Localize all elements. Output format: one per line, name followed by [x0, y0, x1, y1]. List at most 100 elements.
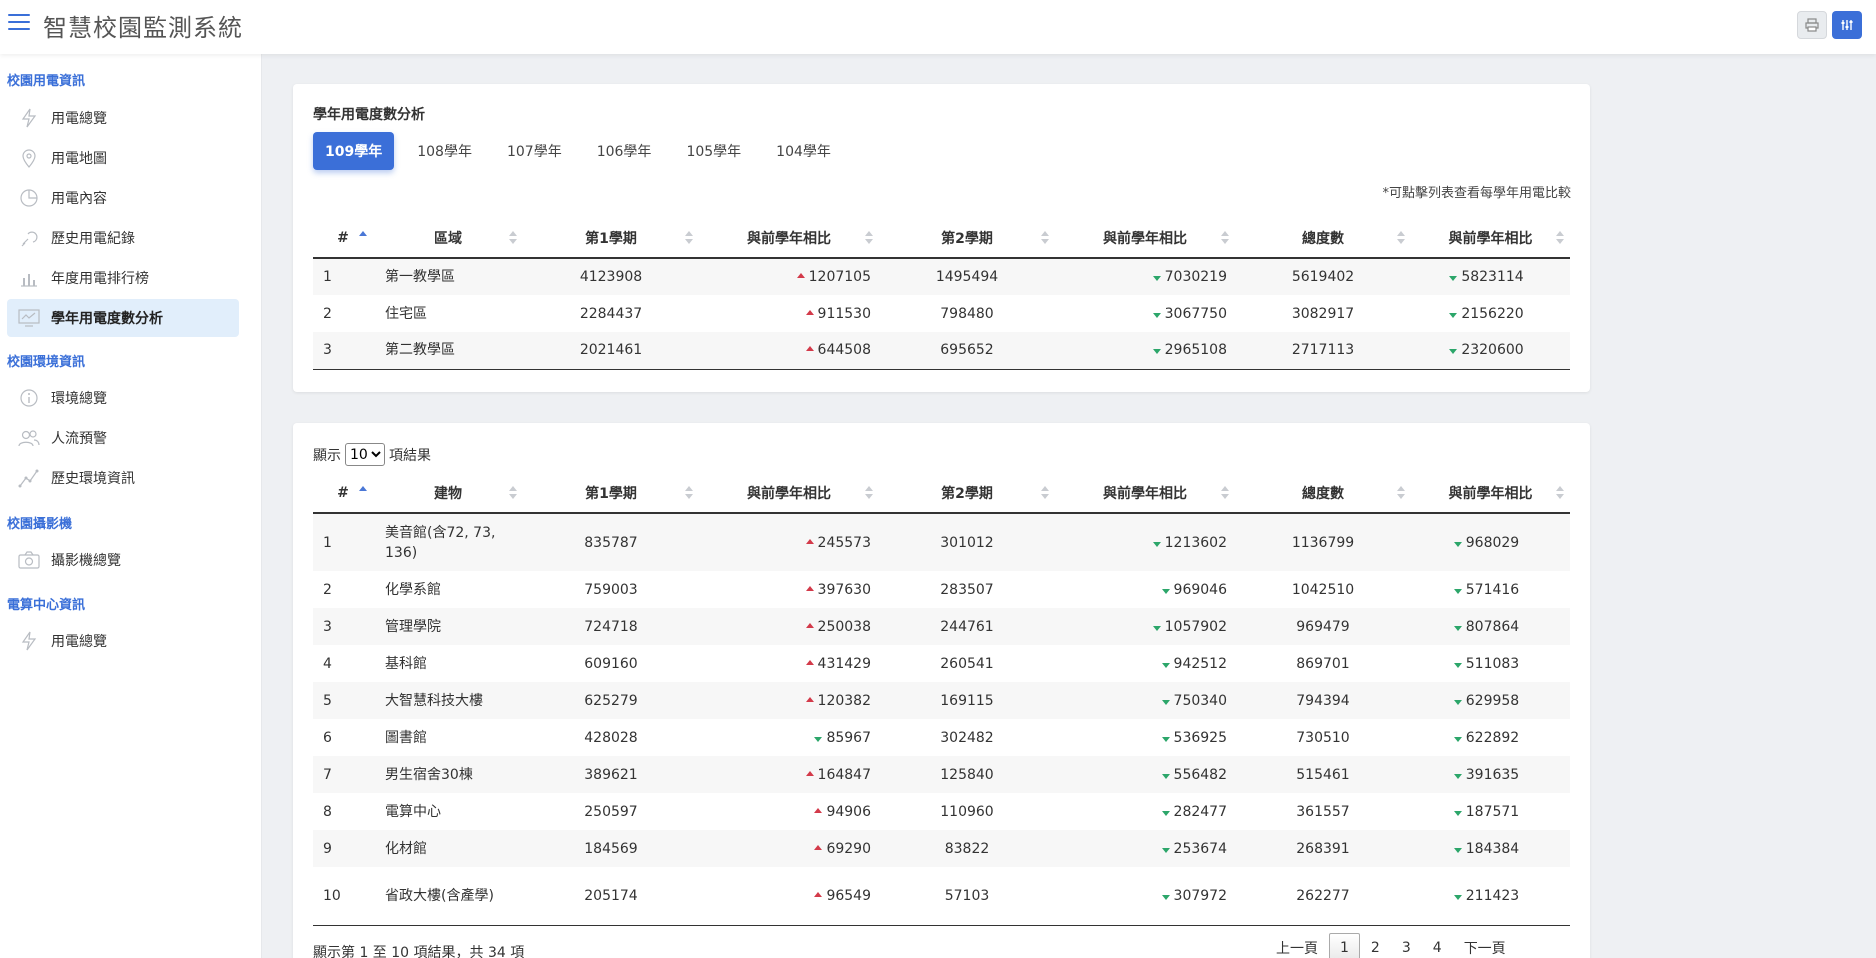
camera-icon — [18, 549, 40, 571]
next-page-button[interactable]: 下一頁 — [1453, 933, 1517, 958]
table-cell: 361557 — [1296, 803, 1350, 820]
table-cell: 798480 — [940, 305, 994, 322]
table-row[interactable]: 5 大智慧科技大樓 625279 120382 169115 750340 794394 62… — [313, 682, 1570, 719]
table-cell: 1 — [313, 258, 373, 295]
table-cell: 6 — [323, 729, 332, 746]
sidebar-section-environment: 校園環境資訊 — [7, 355, 86, 370]
sidebar-section-camera: 校園攝影機 — [7, 517, 73, 532]
col-sem1-header[interactable]: 第1學期 — [523, 218, 699, 259]
table-cell: 住宅區 — [385, 305, 427, 322]
table-cell: 302482 — [940, 729, 994, 746]
col-sem1-compare-header[interactable]: 與前學年相比 — [699, 218, 879, 259]
table-row[interactable]: 8 電算中心 250597 94906 110960 282477 361557 187571 — [313, 793, 1570, 830]
table-row[interactable]: 7 男生宿舍30棟 389621 164847 125840 556482 515461 39… — [313, 756, 1570, 793]
tab-year-106[interactable]: 106學年 — [585, 132, 664, 170]
col-sem2-header[interactable]: 第2學期 — [879, 473, 1055, 514]
col-total-header[interactable]: 總度數 — [1235, 218, 1411, 259]
table-cell: 622892 — [1411, 719, 1570, 756]
table-info: 顯示第 1 至 10 項結果，共 34 項 — [313, 945, 525, 958]
table-cell: 695652 — [879, 332, 1055, 370]
tab-year-108[interactable]: 108學年 — [405, 132, 484, 170]
table-row[interactable]: 2 化學系館 759003 397630 283507 969046 1042510 5714… — [313, 571, 1570, 608]
col-total-header[interactable]: 總度數 — [1235, 473, 1411, 514]
page-button-3[interactable]: 3 — [1391, 933, 1422, 958]
page-button-2[interactable]: 2 — [1360, 933, 1391, 958]
trend-up-value: 250038 — [806, 619, 871, 635]
col-area-header[interactable]: 區域 — [373, 218, 523, 259]
table-row[interactable]: 2 住宅區 2284437 911530 798480 3067750 3082917 215… — [313, 295, 1570, 332]
table-cell: 2965108 — [1055, 332, 1235, 370]
sidebar-item-semester-analysis[interactable]: 學年用電度數分析 — [7, 299, 239, 337]
col-sem2-header[interactable]: 第2學期 — [879, 218, 1055, 259]
sidebar-item-camera-overview[interactable]: 攝影機總覽 — [7, 541, 239, 579]
table-row[interactable]: 1 美音館(含72, 73, 136) 835787 245573 301012 1213… — [313, 513, 1570, 571]
table-cell: 211423 — [1411, 867, 1570, 926]
sort-icon — [1041, 486, 1049, 500]
table-row[interactable]: 1 第一教學區 4123908 1207105 1495494 7030219 561940… — [313, 258, 1570, 295]
page-length-select[interactable]: 10 — [345, 443, 385, 466]
col-sem1-header[interactable]: 第1學期 — [523, 473, 699, 514]
tab-year-104[interactable]: 104學年 — [764, 132, 843, 170]
tab-year-107[interactable]: 107學年 — [495, 132, 574, 170]
table-row[interactable]: 4 基科館 609160 431429 260541 942512 869701 511083 — [313, 645, 1570, 682]
page-button-4[interactable]: 4 — [1422, 933, 1453, 958]
table-cell: 164847 — [699, 756, 879, 793]
tab-year-105[interactable]: 105學年 — [674, 132, 753, 170]
trend-up-value: 431429 — [806, 656, 871, 672]
col-index-header[interactable]: # — [313, 473, 373, 514]
sidebar-item-power-content[interactable]: 用電內容 — [7, 179, 239, 217]
table-cell: 724718 — [523, 608, 699, 645]
sort-icon — [1556, 231, 1564, 245]
table-cell: 968029 — [1411, 513, 1570, 571]
sidebar-item-crowd-alert[interactable]: 人流預警 — [7, 419, 239, 457]
table-cell: 515461 — [1235, 756, 1411, 793]
page-button-1[interactable]: 1 — [1329, 933, 1360, 958]
trend-down-value: 253674 — [1162, 841, 1227, 857]
trend-up-value: 245573 — [806, 535, 871, 551]
trend-down-value: 187571 — [1454, 804, 1519, 820]
sidebar-item-env-history[interactable]: 歷史環境資訊 — [7, 459, 239, 497]
sidebar-item-env-overview[interactable]: 環境總覽 — [7, 379, 239, 417]
settings-button[interactable] — [1832, 11, 1862, 39]
table-row[interactable]: 3 管理學院 724718 250038 244761 1057902 969479 8078… — [313, 608, 1570, 645]
table-row[interactable]: 9 化材館 184569 69290 83822 253674 268391 184384 — [313, 830, 1570, 867]
sidebar-item-power-overview[interactable]: 用電總覽 — [7, 99, 239, 137]
table-cell: 圖書館 — [385, 729, 427, 746]
table-cell: 759003 — [584, 581, 638, 598]
table-cell: 869701 — [1296, 655, 1350, 672]
col-sem1-compare-header[interactable]: 與前學年相比 — [699, 473, 879, 514]
table-row[interactable]: 3 第二教學區 2021461 644508 695652 2965108 2717113 2… — [313, 332, 1570, 370]
sidebar: 校園用電資訊 用電總覽 用電地圖 用電內容 歷史用電紀錄 年度用電排行榜 學年用… — [0, 54, 262, 958]
table-cell: 管理學院 — [373, 608, 523, 645]
table-row[interactable]: 10 省政大樓(含產學) 205174 96549 57103 307972 262277 2… — [313, 867, 1570, 926]
print-button[interactable] — [1797, 11, 1827, 39]
trend-down-value: 2320600 — [1449, 342, 1523, 358]
table-row[interactable]: 6 圖書館 428028 85967 302482 536925 730510 622892 — [313, 719, 1570, 756]
building-card: 顯示 10 項結果 # 建物 第1學期 與前學年相比 第2學期 與前學年相比 總… — [293, 423, 1590, 958]
trend-down-value: 211423 — [1454, 888, 1519, 904]
menu-toggle-icon[interactable] — [8, 14, 30, 32]
col-index-header[interactable]: # — [313, 218, 373, 259]
summary-title: 學年用電度數分析 — [313, 107, 425, 123]
trend-up-value: 644508 — [806, 342, 871, 358]
table-cell: 609160 — [584, 655, 638, 672]
table-cell: 5619402 — [1235, 258, 1411, 295]
col-sem2-compare-header[interactable]: 與前學年相比 — [1055, 473, 1235, 514]
table-cell: 835787 — [523, 513, 699, 571]
sidebar-item-power-ranking[interactable]: 年度用電排行榜 — [7, 259, 239, 297]
table-cell: 4123908 — [523, 258, 699, 295]
table-cell: 男生宿舍30棟 — [373, 756, 523, 793]
summary-card: 學年用電度數分析 109學年 108學年 107學年 106學年 105學年 1… — [293, 84, 1590, 392]
table-cell: 184384 — [1411, 830, 1570, 867]
table-cell: 187571 — [1411, 793, 1570, 830]
prev-page-button[interactable]: 上一頁 — [1265, 933, 1329, 958]
col-total-compare-header[interactable]: 與前學年相比 — [1411, 218, 1570, 259]
sidebar-item-cc-power-overview[interactable]: 用電總覽 — [7, 622, 239, 660]
col-building-header[interactable]: 建物 — [373, 473, 523, 514]
col-sem2-compare-header[interactable]: 與前學年相比 — [1055, 218, 1235, 259]
tab-year-109[interactable]: 109學年 — [313, 132, 395, 170]
col-total-compare-header[interactable]: 與前學年相比 — [1411, 473, 1570, 514]
sidebar-item-power-history[interactable]: 歷史用電紀錄 — [7, 219, 239, 257]
trend-down-value: 968029 — [1454, 535, 1519, 551]
sidebar-item-power-map[interactable]: 用電地圖 — [7, 139, 239, 177]
